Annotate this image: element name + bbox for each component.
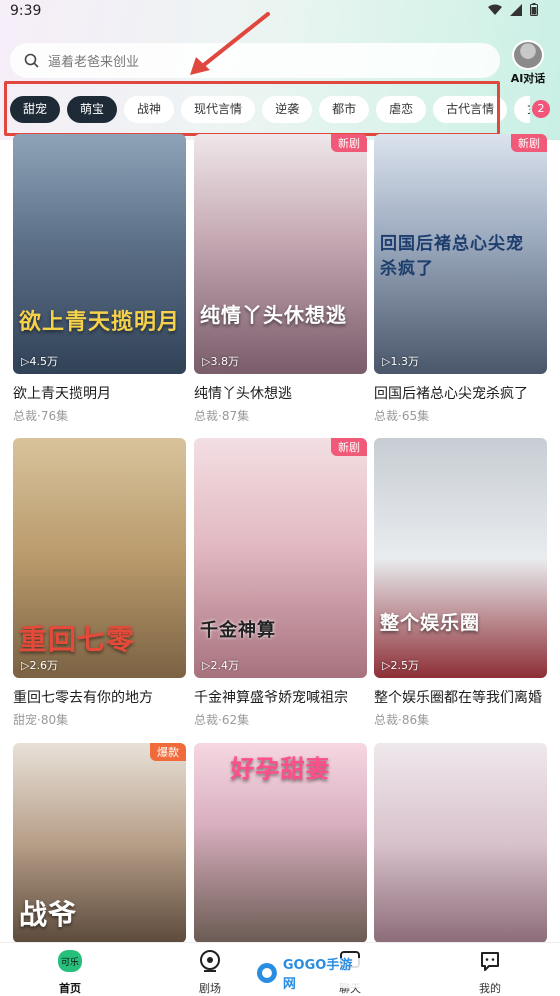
cover-title: 千金神算 (200, 620, 276, 641)
nav-theater-label: 剧场 (199, 982, 221, 995)
drama-title: 重回七零去有你的地方 (13, 690, 153, 706)
play-count: ▷2.5万 (382, 659, 419, 672)
svg-text:可乐: 可乐 (61, 956, 79, 967)
annotation-arrow-icon (190, 12, 270, 75)
watermark-logo-icon (256, 963, 277, 983)
drama-title: 欲上青天揽明月 (13, 386, 111, 402)
ai-chat-button[interactable]: AI对话 (508, 40, 548, 85)
drama-card[interactable]: 新剧 千金神算 ▷2.4万 千金神算盛爷娇宠喊祖宗 总裁·62集 (194, 438, 367, 728)
theater-icon (200, 950, 220, 972)
drama-cover: 好孕甜妻 (194, 743, 367, 943)
drama-cover: 重回七零 ▷2.6万 (13, 438, 186, 678)
nav-profile[interactable]: 我的 (460, 949, 520, 996)
ai-avatar (512, 40, 544, 70)
drama-card[interactable]: 重回七零 ▷2.6万 重回七零去有你的地方 甜宠·80集 (13, 438, 186, 728)
home-logo-icon: 可乐 (58, 950, 82, 972)
drama-cover: 欲上青天揽明月 ▷4.5万 (13, 134, 186, 374)
hot-badge: 爆款 (150, 743, 186, 761)
status-icons (488, 3, 538, 16)
new-badge: 新剧 (331, 134, 367, 152)
cover-title: 欲上青天揽明月 (19, 310, 181, 335)
drama-cover: 爆款 战爷 (13, 743, 186, 943)
drama-card[interactable]: 新剧 纯情丫头休想逃 ▷3.8万 纯情丫头休想逃 总裁·87集 (194, 134, 367, 424)
battery-icon (530, 3, 538, 16)
category-chip[interactable]: 女强 (514, 96, 530, 123)
drama-card[interactable]: 好孕甜妻 (194, 743, 367, 943)
profile-icon (481, 952, 499, 971)
cover-title: 整个娱乐圈 (380, 612, 481, 634)
drama-title: 纯情丫头休想逃 (194, 386, 292, 402)
nav-home[interactable]: 可乐 首页 (40, 949, 100, 996)
drama-card[interactable]: 整个娱乐圈 ▷2.5万 整个娱乐圈都在等我们离婚 总裁·86集 (374, 438, 547, 728)
play-count: ▷2.4万 (202, 659, 239, 672)
drama-cover: 新剧 回国后褚总心尖宠杀疯了 ▷1.3万 (374, 134, 547, 374)
drama-genre: 总裁·86集 (374, 713, 430, 727)
new-badge: 新剧 (511, 134, 547, 152)
nav-profile-label: 我的 (479, 982, 501, 995)
drama-title: 回国后褚总心尖宠杀疯了 (374, 386, 528, 402)
ai-chat-label: AI对话 (510, 72, 546, 85)
drama-title: 千金神算盛爷娇宠喊祖宗 (194, 690, 348, 706)
drama-cover: 新剧 千金神算 ▷2.4万 (194, 438, 367, 678)
drama-title: 整个娱乐圈都在等我们离婚 (374, 690, 542, 706)
drama-card[interactable]: 欲上青天揽明月 ▷4.5万 欲上青天揽明月 总裁·76集 (13, 134, 186, 424)
watermark-text: GOGO手游网 (282, 958, 353, 992)
drama-genre: 总裁·76集 (13, 409, 69, 423)
play-count: ▷2.6万 (21, 659, 58, 672)
category-count-badge[interactable]: 2 (532, 100, 550, 118)
cover-title: 纯情丫头休想逃 (200, 303, 347, 327)
cover-title: 回国后褚总心尖宠杀疯了 (380, 234, 524, 279)
wifi-icon (488, 4, 502, 15)
cover-title: 战爷 (19, 898, 78, 931)
drama-card[interactable]: 爆款 战爷 (13, 743, 186, 943)
drama-card[interactable]: 新剧 回国后褚总心尖宠杀疯了 ▷1.3万 回国后褚总心尖宠杀疯了 总裁·65集 (374, 134, 547, 424)
cover-title: 好孕甜妻 (230, 755, 331, 783)
play-count: ▷1.3万 (382, 355, 419, 368)
drama-genre: 甜宠·80集 (13, 713, 69, 727)
play-count: ▷4.5万 (21, 355, 58, 368)
drama-cover: 整个娱乐圈 ▷2.5万 (374, 438, 547, 678)
drama-genre: 总裁·62集 (194, 713, 250, 727)
drama-genre: 总裁·87集 (194, 409, 250, 423)
nav-home-label: 首页 (59, 982, 81, 995)
drama-card[interactable] (374, 743, 547, 943)
new-badge: 新剧 (331, 438, 367, 456)
watermark: GOGO手游网 (255, 958, 365, 992)
drama-cover (374, 743, 547, 943)
signal-icon (510, 3, 522, 16)
nav-theater[interactable]: 剧场 (180, 949, 240, 996)
cover-title: 重回七零 (19, 623, 136, 656)
drama-cover: 新剧 纯情丫头休想逃 ▷3.8万 (194, 134, 367, 374)
drama-genre: 总裁·65集 (374, 409, 430, 423)
play-count: ▷3.8万 (202, 355, 239, 368)
